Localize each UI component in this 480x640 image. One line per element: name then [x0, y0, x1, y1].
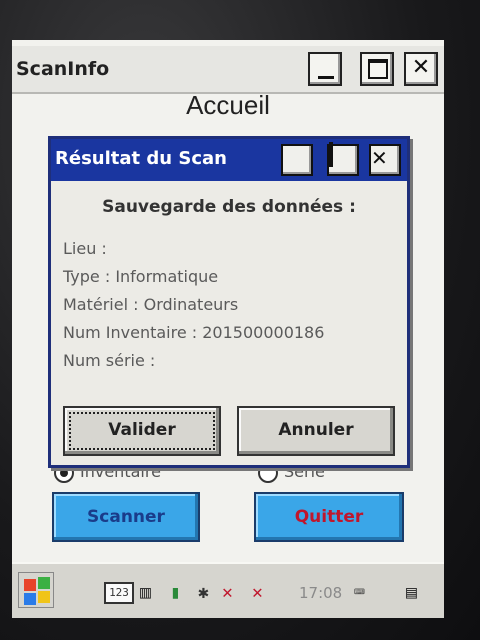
network-off-icon[interactable]: ✕	[252, 582, 263, 604]
windows-start-icon[interactable]	[18, 572, 54, 608]
dialog-minimize-button[interactable]	[281, 144, 313, 176]
minimize-icon	[318, 76, 334, 79]
barcode-icon[interactable]: ▥	[140, 582, 151, 604]
close-icon: ✕	[411, 55, 431, 80]
dialog-close-button[interactable]: ✕	[369, 144, 401, 176]
window-switch-icon[interactable]: ▤	[406, 582, 417, 604]
maximize-button[interactable]	[360, 52, 394, 86]
battery-icon[interactable]: ▮	[170, 582, 181, 604]
dialog-maximize-button[interactable]	[327, 142, 359, 176]
maximize-icon	[329, 142, 333, 167]
maximize-icon	[368, 59, 388, 79]
keyboard-icon[interactable]: ⌨	[354, 582, 365, 604]
clock[interactable]: 17:08	[299, 584, 342, 602]
scan-button[interactable]: Scanner	[52, 492, 200, 542]
scan-result-dialog: Résultat du Scan ✕ Sauvegarde des donnée…	[48, 136, 410, 468]
field-lieu: Lieu :	[63, 239, 107, 258]
page-title: Accueil	[186, 90, 270, 120]
input-mode-indicator[interactable]: 123	[104, 582, 134, 604]
dialog-heading: Sauvegarde des données :	[102, 197, 356, 217]
close-button[interactable]: ✕	[404, 52, 438, 86]
main-titlebar: ScanInfo ✕	[12, 46, 444, 94]
bluetooth-icon[interactable]: ✱	[198, 582, 209, 604]
quit-button[interactable]: Quitter	[254, 492, 404, 542]
close-icon: ✕	[371, 146, 388, 170]
window-title: ScanInfo	[16, 58, 110, 80]
cancel-button[interactable]: Annuler	[237, 406, 395, 456]
taskbar: 123 ▥ ▮ ✱ ✕ ✕ 17:08 ⌨ ▤	[12, 562, 444, 618]
field-num-serie: Num série :	[63, 351, 156, 370]
field-materiel: Matériel : Ordinateurs	[63, 295, 239, 314]
device-screen: ScanInfo ✕ Accueil Inventaire Série Résu…	[12, 40, 444, 618]
validate-button[interactable]: Valider	[63, 406, 221, 456]
signal-off-icon[interactable]: ✕	[222, 582, 233, 604]
minimize-button[interactable]	[308, 52, 342, 86]
field-num-inventaire: Num Inventaire : 201500000186	[63, 323, 325, 342]
dialog-title: Résultat du Scan	[55, 148, 227, 169]
dialog-titlebar: Résultat du Scan ✕	[51, 139, 407, 181]
field-type: Type : Informatique	[63, 267, 219, 286]
